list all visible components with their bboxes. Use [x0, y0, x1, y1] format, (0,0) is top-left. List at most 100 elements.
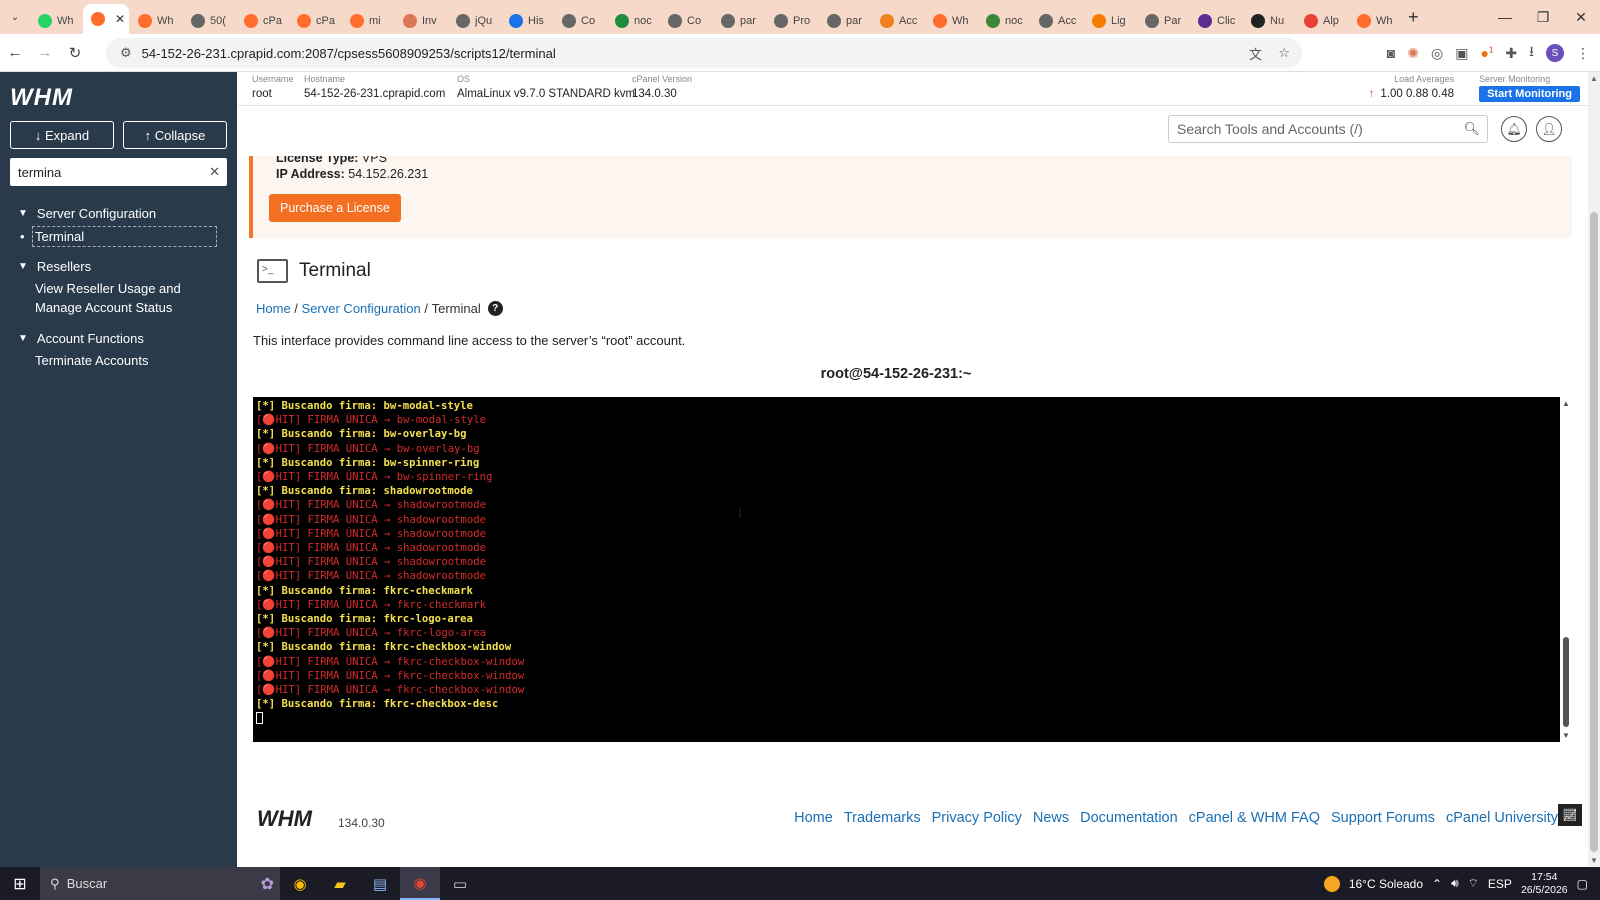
- minimize-icon[interactable]: —: [1486, 0, 1524, 34]
- browser-tab[interactable]: noc: [978, 8, 1030, 34]
- terminal-scroll-thumb[interactable]: [1563, 637, 1569, 727]
- browser-tab[interactable]: Pro: [766, 8, 818, 34]
- windows-start-icon[interactable]: ⊞: [0, 867, 40, 900]
- volume-icon[interactable]: 🔊︎: [1451, 876, 1459, 891]
- downloads-icon[interactable]: ⭳: [1529, 41, 1534, 65]
- expand-button[interactable]: ↓ Expand: [10, 121, 114, 149]
- footer-link[interactable]: Support Forums: [1331, 810, 1435, 826]
- notifications-center-icon[interactable]: ▢: [1577, 877, 1588, 891]
- sidebar-item-terminal[interactable]: • Terminal: [20, 226, 217, 247]
- browser-tab[interactable]: Clic: [1190, 8, 1242, 34]
- browser-tab[interactable]: Nu: [1243, 8, 1295, 34]
- browser-tab[interactable]: Acc: [872, 8, 924, 34]
- page-scroll-thumb[interactable]: [1590, 212, 1598, 852]
- scroll-down-icon[interactable]: ▼: [1562, 731, 1570, 740]
- bookmark-star-icon[interactable]: ☆: [1278, 45, 1290, 61]
- tray-chevron-icon[interactable]: ⌃: [1432, 877, 1442, 891]
- sidebar-group-account-functions[interactable]: ▼ Account Functions: [18, 331, 144, 346]
- browser-tab[interactable]: jQu: [448, 8, 500, 34]
- restore-icon[interactable]: ❐: [1524, 0, 1562, 34]
- breadcrumb-server-configuration-link[interactable]: Server Configuration: [302, 301, 421, 316]
- browser-tab[interactable]: par: [713, 8, 765, 34]
- page-scroll-down-icon[interactable]: ▼: [1590, 856, 1598, 865]
- whm-logo[interactable]: WHM: [10, 84, 73, 112]
- page-scroll-up-icon[interactable]: ▲: [1590, 74, 1598, 83]
- scroll-up-icon[interactable]: ▲: [1562, 399, 1570, 408]
- browser-tab[interactable]: 50(: [183, 8, 235, 34]
- browser-tab[interactable]: Lig: [1084, 8, 1136, 34]
- weather-text[interactable]: 16°C Soleado: [1349, 877, 1423, 891]
- extension-badge-icon[interactable]: ●1: [1480, 45, 1493, 61]
- footer-link[interactable]: cPanel University: [1446, 810, 1558, 826]
- notepad-icon[interactable]: ▤: [360, 867, 400, 900]
- notifications-bell-icon[interactable]: 🔔︎: [1501, 116, 1527, 142]
- help-icon[interactable]: ?: [487, 301, 503, 316]
- taskbar-search-input[interactable]: ⚲ Buscar ✿: [40, 867, 280, 900]
- browser-tab[interactable]: Par: [1137, 8, 1189, 34]
- sidebar-group-resellers[interactable]: ▼ Resellers: [18, 259, 91, 274]
- browser-tab[interactable]: His: [501, 8, 553, 34]
- footer-link[interactable]: Documentation: [1080, 810, 1178, 826]
- file-explorer-icon[interactable]: ▰: [320, 867, 360, 900]
- address-bar[interactable]: ⚙ 54-152-26-231.cprapid.com:2087/cpsess5…: [106, 38, 1302, 68]
- sidebar-group-server-configuration[interactable]: ▼ Server Configuration: [18, 206, 156, 221]
- clear-filter-icon[interactable]: ✕: [209, 164, 220, 180]
- language-indicator[interactable]: ESP: [1488, 877, 1512, 891]
- terminal-app-icon[interactable]: ▭: [440, 867, 480, 900]
- footer-link[interactable]: News: [1033, 810, 1069, 826]
- browser-tab[interactable]: Wh: [1349, 8, 1401, 34]
- search-icon[interactable]: 🔍︎: [1463, 121, 1480, 137]
- breadcrumb-home-link[interactable]: Home: [256, 301, 291, 316]
- profile-avatar[interactable]: S: [1546, 44, 1564, 62]
- forward-icon[interactable]: →: [30, 44, 60, 61]
- page-scrollbar[interactable]: ▲ ▼: [1588, 72, 1600, 867]
- user-account-icon[interactable]: 👤︎: [1536, 116, 1562, 142]
- site-info-icon[interactable]: ⚙: [120, 45, 132, 61]
- browser-tab[interactable]: ✕: [83, 4, 129, 34]
- start-monitoring-button[interactable]: Start Monitoring: [1479, 86, 1580, 102]
- sidebar-item-view-reseller-usage[interactable]: View Reseller Usage and Manage Account S…: [35, 279, 195, 317]
- chrome-taskbar-icon[interactable]: ◉: [280, 867, 320, 900]
- close-tab-icon[interactable]: ✕: [115, 12, 125, 26]
- collapse-button[interactable]: ↑ Collapse: [123, 121, 227, 149]
- browser-tab[interactable]: cPa: [236, 8, 288, 34]
- browser-tab[interactable]: Wh: [30, 8, 82, 34]
- sidebar-filter-input[interactable]: termina ✕: [10, 158, 227, 186]
- terminal-scrollbar[interactable]: ▲ ▼: [1560, 397, 1572, 742]
- extension-circle-icon[interactable]: ◎: [1431, 45, 1443, 62]
- extensions-puzzle-icon[interactable]: ✚: [1505, 45, 1517, 62]
- reload-icon[interactable]: ↻: [60, 44, 90, 62]
- claude-extension-icon[interactable]: ✺: [1407, 45, 1419, 62]
- browser-tab[interactable]: mi: [342, 8, 394, 34]
- browser-tab[interactable]: Wh: [925, 8, 977, 34]
- terminal-console[interactable]: [*] Buscando firma: bw-modal-style [🔴HIT]…: [253, 397, 1560, 742]
- browser-tab[interactable]: Co: [660, 8, 712, 34]
- footer-link[interactable]: Home: [794, 810, 833, 826]
- browser-tab[interactable]: Wh: [130, 8, 182, 34]
- extension-box-icon[interactable]: ▣: [1455, 45, 1468, 62]
- translate-icon[interactable]: 文: [1249, 44, 1262, 63]
- footer-link[interactable]: Trademarks: [844, 810, 921, 826]
- new-tab-button[interactable]: +: [1408, 7, 1419, 28]
- chrome-active-icon[interactable]: ◉: [400, 867, 440, 900]
- back-icon[interactable]: ←: [0, 44, 30, 61]
- screenshot-icon[interactable]: ◙: [1387, 45, 1395, 61]
- tab-search-dropdown-icon[interactable]: ⌄: [0, 0, 30, 34]
- close-window-icon[interactable]: ✕: [1562, 0, 1600, 34]
- analytics-chart-icon[interactable]: 📈︎: [1558, 804, 1582, 826]
- network-icon[interactable]: ⌔: [1468, 876, 1479, 891]
- browser-tab[interactable]: cPa: [289, 8, 341, 34]
- footer-link[interactable]: Privacy Policy: [932, 810, 1022, 826]
- browser-tab[interactable]: Alp: [1296, 8, 1348, 34]
- clock[interactable]: 17:54 26/5/2026: [1521, 871, 1568, 897]
- browser-tab[interactable]: Co: [554, 8, 606, 34]
- browser-menu-icon[interactable]: ⋮: [1576, 45, 1590, 62]
- browser-tab[interactable]: par: [819, 8, 871, 34]
- footer-link[interactable]: cPanel & WHM FAQ: [1189, 810, 1320, 826]
- browser-tab[interactable]: noc: [607, 8, 659, 34]
- sidebar-item-terminate-accounts[interactable]: Terminate Accounts: [35, 351, 148, 370]
- purchase-license-button[interactable]: Purchase a License: [269, 194, 401, 222]
- browser-tab[interactable]: Inv: [395, 8, 447, 34]
- browser-tab[interactable]: Acc: [1031, 8, 1083, 34]
- search-tools-input[interactable]: Search Tools and Accounts (/) 🔍︎: [1168, 115, 1488, 143]
